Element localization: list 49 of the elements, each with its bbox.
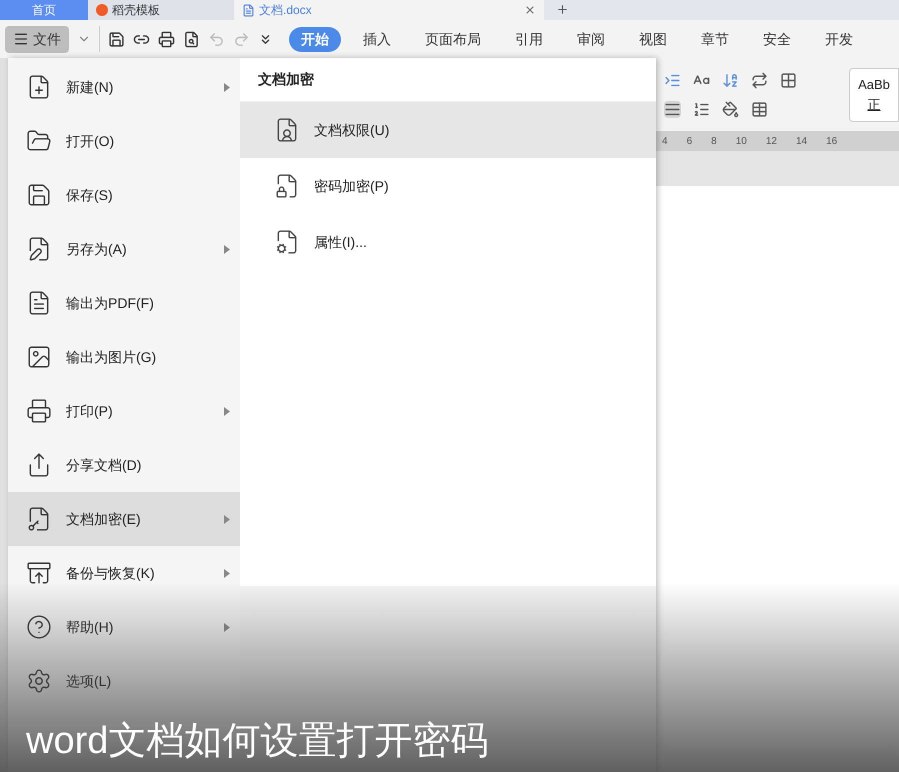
save-icon[interactable] [108, 30, 125, 48]
ruler: 4 6 8 10 12 14 16 [656, 131, 899, 151]
menu-item[interactable]: 文档加密(E) [8, 492, 240, 546]
border-icon[interactable] [751, 100, 768, 118]
image-icon [26, 344, 52, 370]
submenu-item[interactable]: 密码加密(P) [240, 158, 656, 214]
justify-icon[interactable] [664, 100, 681, 118]
document-tab[interactable]: 稻壳模板 [88, 0, 234, 20]
menu-item[interactable]: 输出为图片(G) [8, 330, 240, 384]
menu-item[interactable]: 选项(L) [8, 654, 240, 708]
document-tab[interactable]: 文档.docx [234, 0, 544, 20]
print-preview-icon[interactable] [183, 30, 200, 48]
menu-item[interactable]: 新建(N) [8, 60, 240, 114]
table-icon[interactable] [780, 72, 797, 88]
help-icon [26, 614, 52, 640]
new-tab-icon[interactable] [556, 3, 569, 16]
printer-icon [26, 398, 52, 424]
menu-item[interactable]: 保存(S) [8, 168, 240, 222]
ribbon-tab[interactable]: 视图 [627, 26, 679, 52]
fill-icon[interactable] [722, 100, 739, 118]
menu-item[interactable]: 帮助(H) [8, 600, 240, 654]
menu-item[interactable]: 打开(O) [8, 114, 240, 168]
save-icon [26, 182, 52, 208]
ribbon-tab[interactable]: 章节 [689, 26, 741, 52]
menu-item[interactable]: 分享文档(D) [8, 438, 240, 492]
style-preview[interactable]: AaBb 正 [849, 68, 899, 122]
document-icon [242, 4, 255, 16]
logo-icon [96, 4, 108, 16]
sort-icon[interactable] [722, 72, 739, 88]
list-icon[interactable] [693, 100, 710, 118]
ribbon-tab[interactable]: 安全 [751, 26, 803, 52]
ribbon-tab[interactable]: 开发 [813, 26, 865, 52]
printer-icon[interactable] [158, 30, 175, 48]
ribbon-tab[interactable]: 引用 [503, 26, 555, 52]
settings-icon [26, 668, 52, 694]
menu-item[interactable]: 打印(P) [8, 384, 240, 438]
menu-item[interactable]: 另存为(A) [8, 222, 240, 276]
submenu-item[interactable]: 文档权限(U) [240, 102, 656, 158]
video-caption: word文档如何设置打开密码 [26, 720, 488, 764]
menu-item[interactable]: 备份与恢复(K) [8, 546, 240, 600]
ribbon-tab[interactable]: 审阅 [565, 26, 617, 52]
ribbon-tab[interactable]: 页面布局 [413, 26, 493, 52]
menu-icon [13, 31, 29, 47]
ribbon-tab[interactable]: 插入 [351, 26, 403, 52]
menu-item[interactable]: 输出为PDF(F) [8, 276, 240, 330]
close-icon[interactable] [524, 4, 536, 16]
submenu-title: 文档加密 [258, 70, 314, 89]
file-menu-button[interactable]: 文件 [5, 26, 69, 52]
submenu-item[interactable]: 属性(I)... [240, 214, 656, 270]
